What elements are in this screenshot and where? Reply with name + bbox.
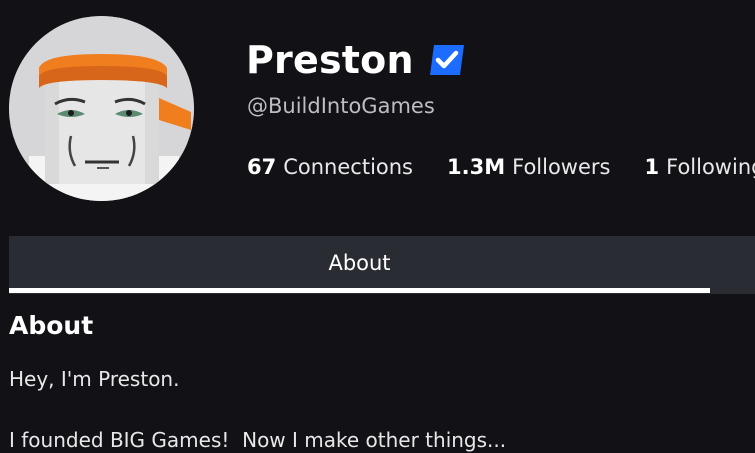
avatar-image (9, 16, 194, 201)
profile-page: Preston @BuildIntoGames 67 Connections 1… (0, 0, 755, 453)
tab-label: About (328, 251, 391, 275)
stat-label: Following (666, 155, 755, 179)
stat-value: 1 (644, 155, 660, 179)
stat-connections[interactable]: 67 Connections (247, 155, 413, 179)
about-heading: About (9, 311, 94, 340)
profile-stats: 67 Connections 1.3M Followers 1 Followin… (247, 152, 755, 182)
stat-label: Connections (283, 155, 413, 179)
avatar[interactable] (9, 16, 194, 201)
stat-value: 1.3M (447, 155, 506, 179)
stat-followers[interactable]: 1.3M Followers (447, 155, 610, 179)
stat-following[interactable]: 1 Following (644, 155, 755, 179)
about-text-line: Hey, I'm Preston. (9, 367, 180, 391)
username: @BuildIntoGames (247, 94, 435, 118)
stat-value: 67 (247, 155, 277, 179)
stat-label: Followers (512, 155, 611, 179)
name-row: Preston (246, 35, 466, 85)
verified-check-icon (428, 41, 466, 79)
active-tab-indicator (9, 288, 710, 293)
tab-bar: About (9, 236, 755, 294)
display-name: Preston (246, 38, 414, 82)
tab-about[interactable]: About (9, 236, 710, 294)
about-text-line: I founded BIG Games! Now I make other th… (9, 428, 507, 452)
